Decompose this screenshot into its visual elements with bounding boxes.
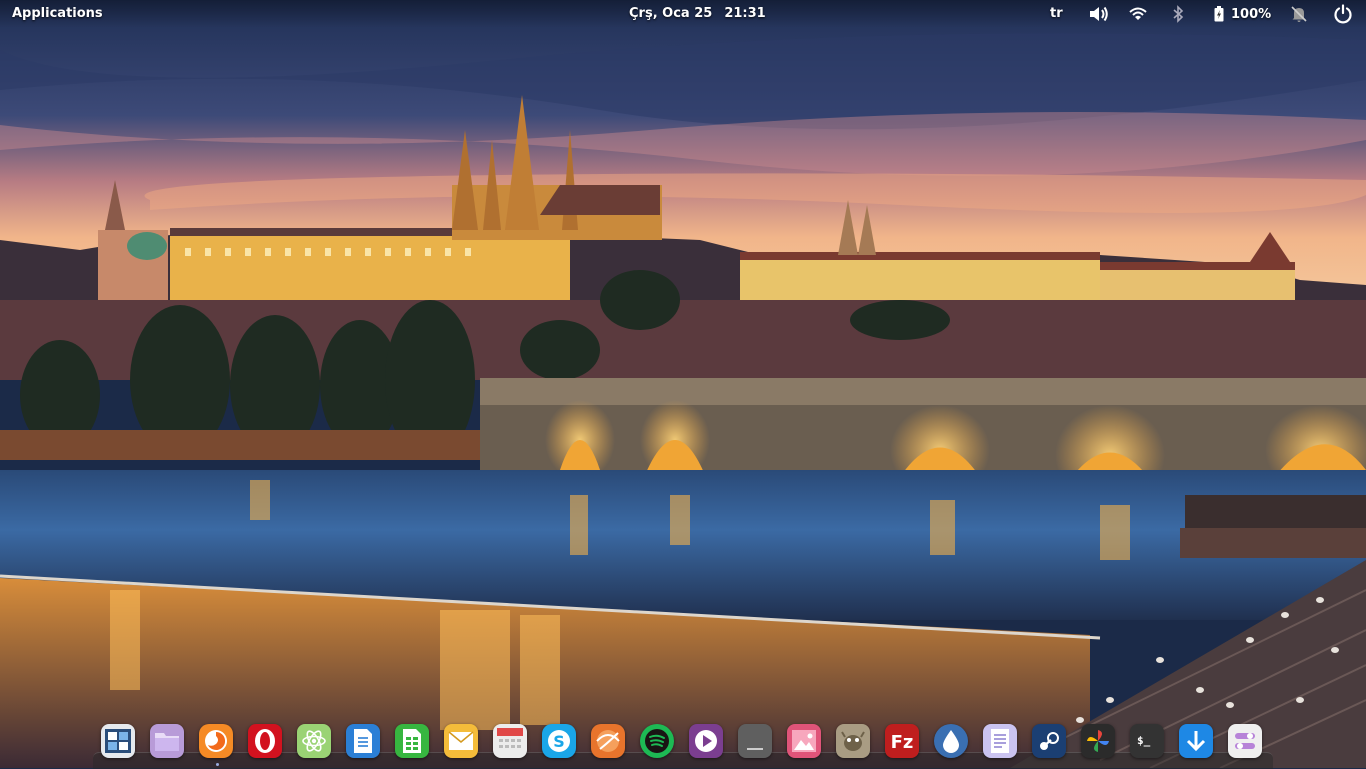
dock-item-videos[interactable] [689, 724, 723, 758]
dock-item-steam[interactable] [1032, 724, 1066, 758]
notifications-indicator[interactable] [1291, 3, 1307, 25]
keyboard-layout-indicator[interactable]: tr [1050, 6, 1063, 21]
mail-icon [448, 731, 474, 750]
dock-item-system-settings[interactable] [1228, 724, 1262, 758]
dock-item-opera[interactable] [248, 724, 282, 758]
wifi-icon [1129, 7, 1147, 20]
notifications-disabled-icon [1291, 6, 1307, 22]
bluetooth-indicator[interactable] [1172, 3, 1184, 25]
photos-icon [792, 730, 816, 752]
steam-icon [1040, 732, 1059, 750]
filezilla-icon: Fz [891, 732, 914, 753]
firefox-icon [205, 730, 227, 752]
multitasking-view-icon [105, 729, 131, 753]
svg-text:$_: $_ [1137, 734, 1151, 747]
dock-item-terminal[interactable]: $_ [1130, 724, 1164, 758]
running-indicator [216, 763, 219, 766]
water-drop-icon [943, 730, 959, 753]
gimp-icon [841, 731, 865, 751]
terminal-icon: $_ [1137, 734, 1151, 747]
dock-item-filezilla[interactable]: Fz [885, 724, 919, 758]
sound-indicator[interactable] [1088, 3, 1110, 25]
top-panel: Applications Çrş, Oca 25 21:31 tr 100% [0, 0, 1366, 28]
network-indicator[interactable] [1129, 3, 1147, 25]
videos-icon [695, 730, 717, 752]
libreoffice-calc-icon [403, 729, 421, 753]
power-indicator[interactable]: 100% [1214, 3, 1271, 25]
time-label: 21:31 [724, 6, 766, 21]
svg-text:Fz: Fz [891, 732, 914, 753]
dock-item-files[interactable] [150, 724, 184, 758]
battery-percent: 100% [1231, 6, 1272, 22]
atom-icon [302, 730, 326, 752]
dock-item-firefox[interactable] [199, 724, 233, 758]
spotify-icon [645, 729, 669, 753]
dock-item-photos[interactable] [787, 724, 821, 758]
dock-item-atom[interactable] [297, 724, 331, 758]
dock-item-downloads[interactable] [1179, 724, 1213, 758]
volume-icon [1090, 6, 1108, 22]
bluetooth-icon [1173, 5, 1184, 23]
svg-text:S: S [553, 732, 565, 751]
opera-icon [255, 729, 275, 753]
web-browser-icon [596, 730, 620, 752]
files-icon [155, 733, 179, 751]
dock-item-mail[interactable] [444, 724, 478, 758]
dock-item-skype[interactable]: S [542, 724, 576, 758]
pinwheel-icon [1087, 730, 1109, 752]
session-indicator[interactable] [1333, 3, 1353, 25]
skype-icon: S [548, 730, 570, 752]
desktop-wallpaper [0, 0, 1366, 768]
calendar-icon [497, 728, 523, 748]
dock-item-water-drop[interactable] [934, 724, 968, 758]
dock-item-multitasking-view[interactable] [101, 724, 135, 758]
switchboard-settings-icon [1235, 733, 1255, 749]
datetime-indicator[interactable]: Çrş, Oca 25 21:31 [629, 6, 766, 21]
battery-charging-icon [1214, 6, 1224, 22]
dock-item-pinwheel[interactable] [1081, 724, 1115, 758]
dock-item-text-editor[interactable] [983, 724, 1017, 758]
power-icon [1334, 4, 1352, 24]
date-label: Çrş, Oca 25 [629, 6, 713, 21]
applications-menu[interactable]: Applications [12, 6, 103, 21]
text-editor-icon [991, 729, 1009, 753]
dock-item-web-browser[interactable] [591, 724, 625, 758]
terminal-gray-icon [747, 748, 763, 750]
dock-item-gimp[interactable] [836, 724, 870, 758]
dock-item-calc[interactable] [395, 724, 429, 758]
libreoffice-writer-icon [354, 729, 372, 753]
dock-item-terminal-gray[interactable] [738, 724, 772, 758]
dock-item-calendar[interactable] [493, 724, 527, 758]
downloads-icon [1186, 731, 1206, 752]
dock-item-writer[interactable] [346, 724, 380, 758]
dock-item-spotify[interactable] [640, 724, 674, 758]
